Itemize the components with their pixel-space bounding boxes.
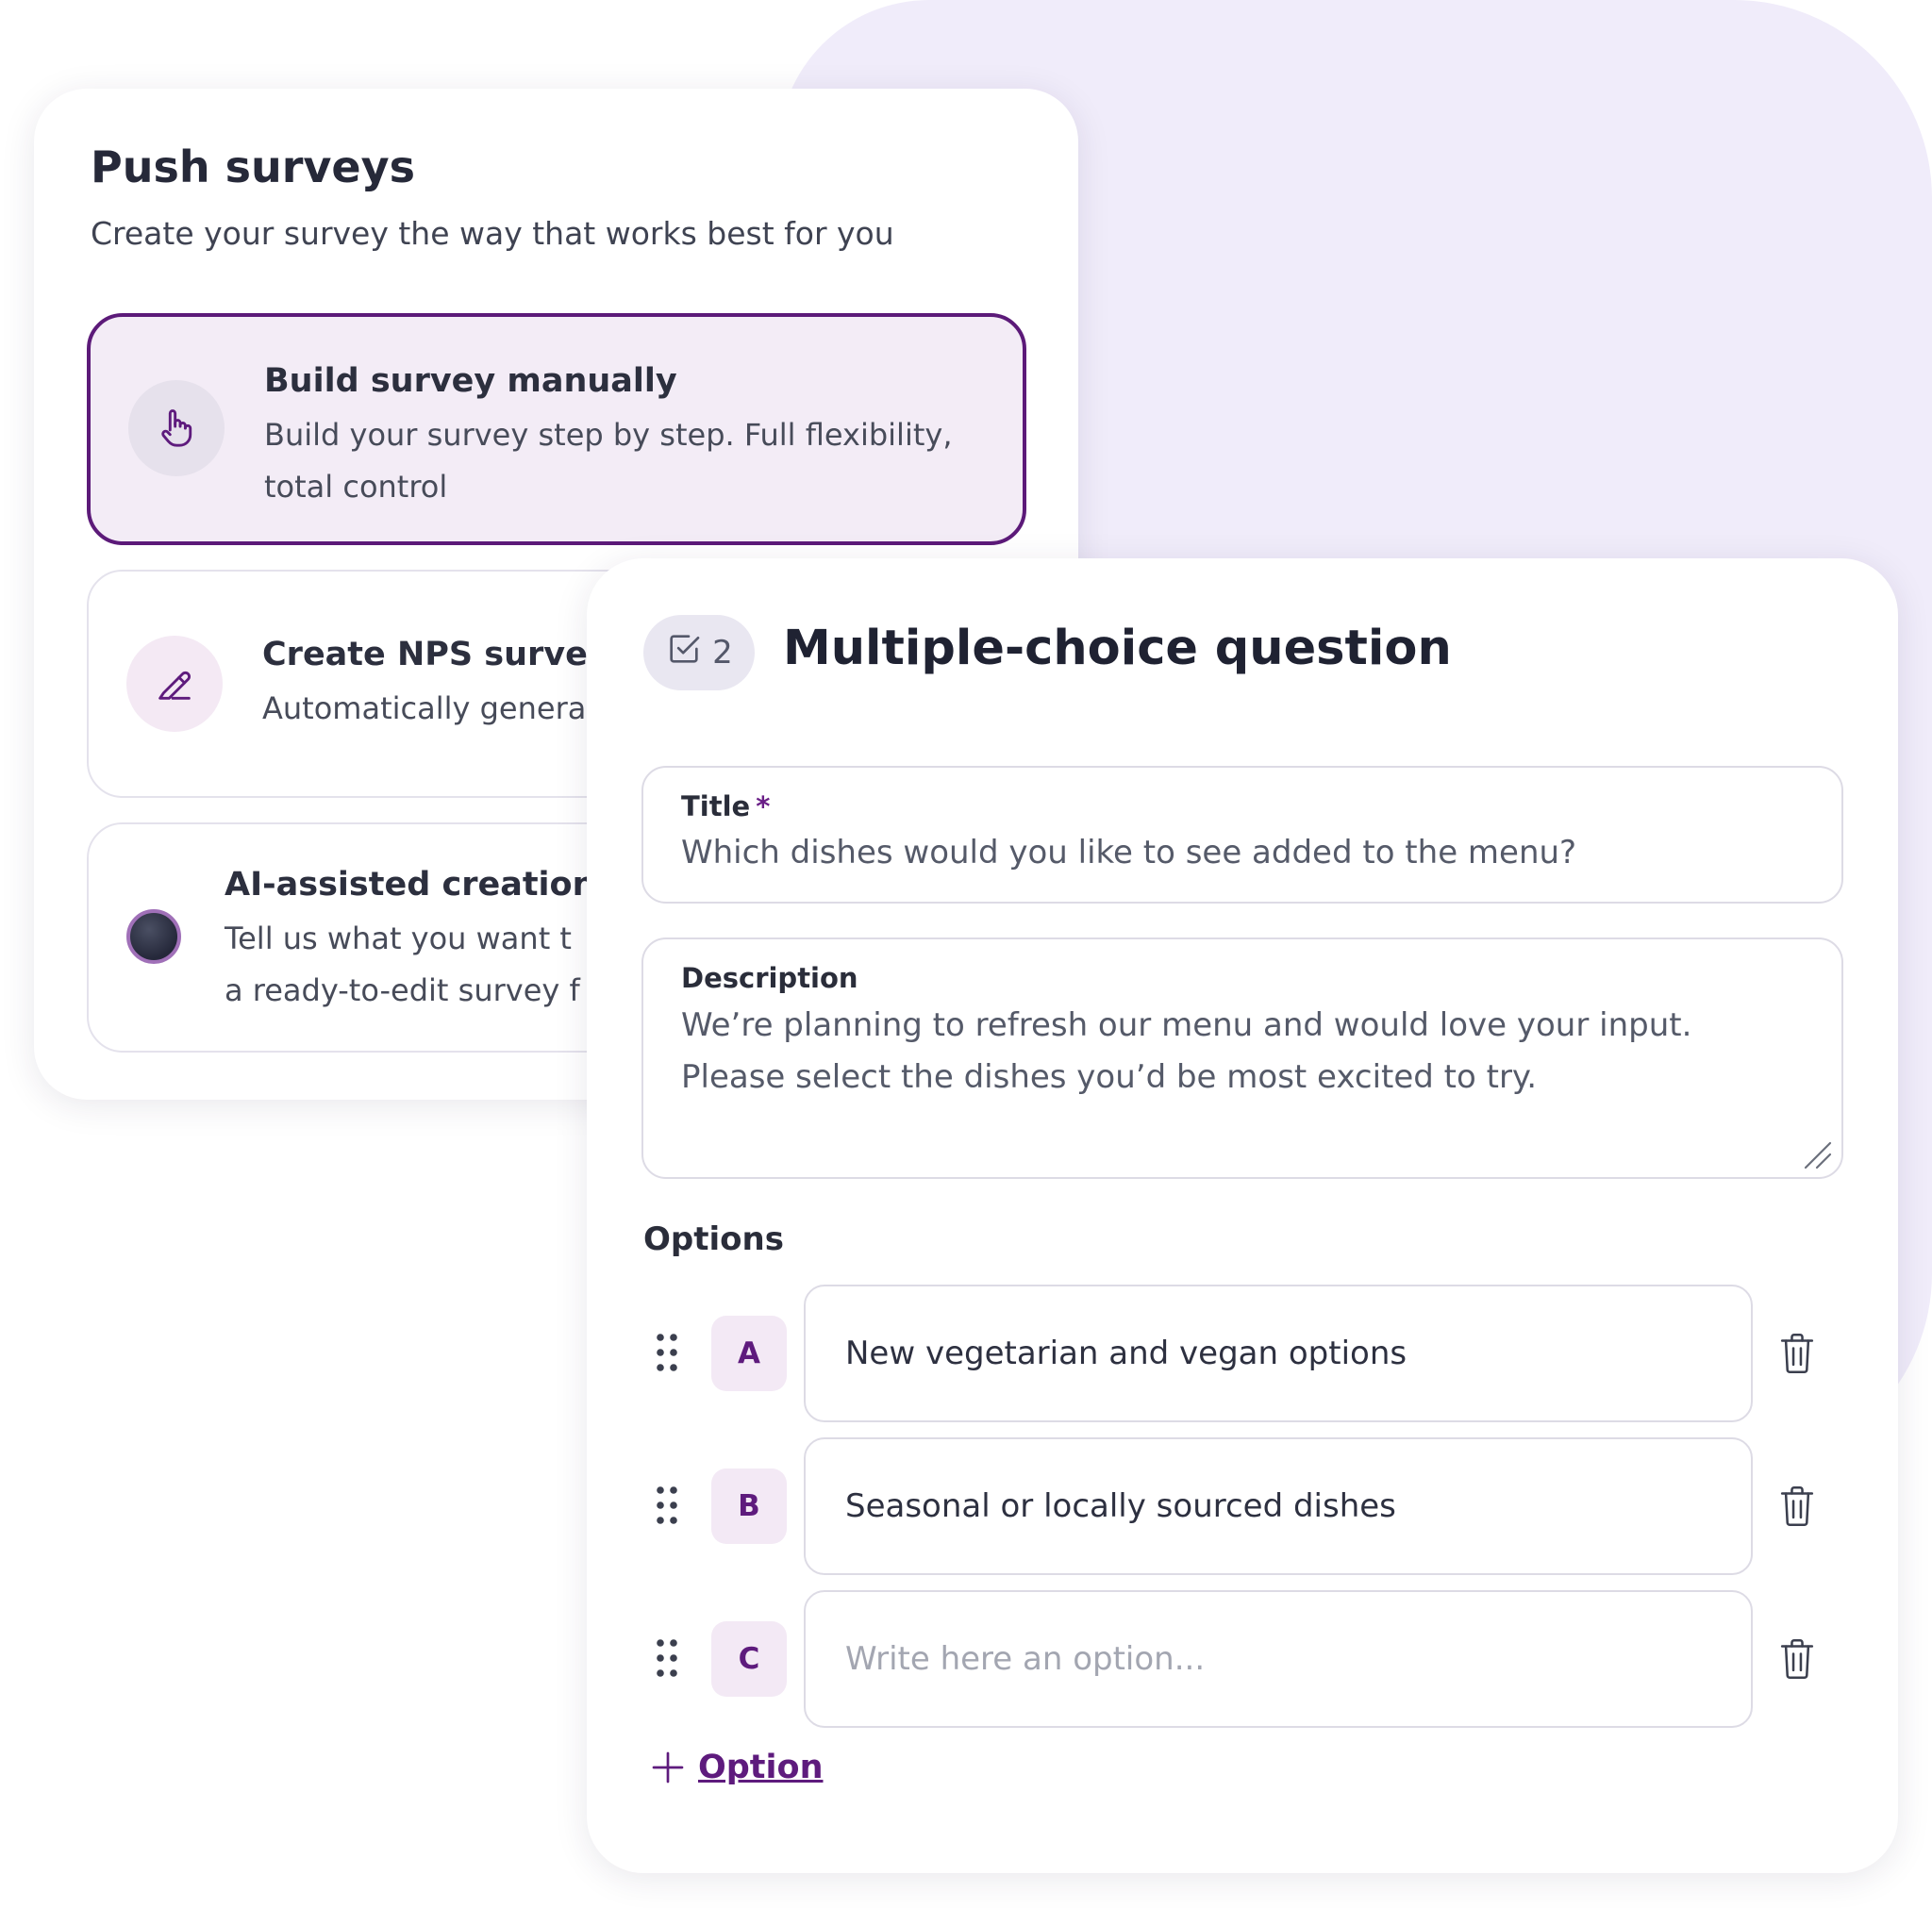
option-title: Create NPS survey [262, 636, 609, 673]
question-editor-card: 2 Multiple-choice question Title * Which … [587, 558, 1898, 1873]
option-letter-badge: C [711, 1621, 787, 1697]
title-field-label: Title * [681, 790, 771, 822]
option-input[interactable] [804, 1437, 1753, 1575]
drag-handle-icon[interactable] [657, 1638, 677, 1678]
option-row: B [587, 1437, 1898, 1575]
option-letter-badge: A [711, 1316, 787, 1391]
page-title: Push surveys [91, 141, 415, 192]
description-field-label: Description [681, 962, 858, 994]
option-description: Tell us what you want t a ready-to-edit … [225, 921, 580, 1008]
option-description: Automatically genera [262, 690, 587, 726]
title-field[interactable]: Title * Which dishes would you like to se… [641, 766, 1843, 904]
add-option-button[interactable]: Option [649, 1749, 824, 1786]
title-field-value: Which dishes would you like to see added… [681, 834, 1577, 871]
question-type-title: Multiple-choice question [783, 621, 1452, 676]
description-field[interactable]: Description We’re planning to refresh ou… [641, 937, 1843, 1179]
question-number-badge: 2 [643, 615, 755, 690]
pencil-icon [126, 636, 223, 732]
drag-handle-icon[interactable] [657, 1333, 677, 1372]
checkbox-icon [665, 630, 703, 676]
resize-handle-icon[interactable] [1802, 1139, 1832, 1170]
option-input[interactable] [804, 1285, 1753, 1422]
ai-sphere-icon [126, 909, 181, 964]
required-asterisk: * [756, 790, 771, 822]
options-label: Options [643, 1220, 784, 1258]
page-subtitle: Create your survey the way that works be… [91, 215, 894, 252]
option-title: AI-assisted creation [225, 866, 596, 904]
option-row: A [587, 1285, 1898, 1422]
option-description: Build your survey step by step. Full fle… [264, 417, 953, 505]
option-input[interactable] [804, 1590, 1753, 1728]
add-option-label: Option [698, 1749, 824, 1786]
plus-icon [652, 1751, 684, 1784]
question-number: 2 [712, 634, 733, 672]
drag-handle-icon[interactable] [657, 1485, 677, 1525]
option-row: C [587, 1590, 1898, 1728]
hand-pointer-icon [128, 380, 225, 476]
trash-icon[interactable] [1779, 1485, 1815, 1528]
trash-icon[interactable] [1779, 1332, 1815, 1375]
option-build-manually[interactable]: Build survey manually Build your survey … [87, 313, 1026, 545]
trash-icon[interactable] [1779, 1637, 1815, 1681]
description-field-value: We’re planning to refresh our menu and w… [681, 1006, 1692, 1096]
option-title: Build survey manually [264, 362, 677, 400]
option-letter-badge: B [711, 1468, 787, 1544]
